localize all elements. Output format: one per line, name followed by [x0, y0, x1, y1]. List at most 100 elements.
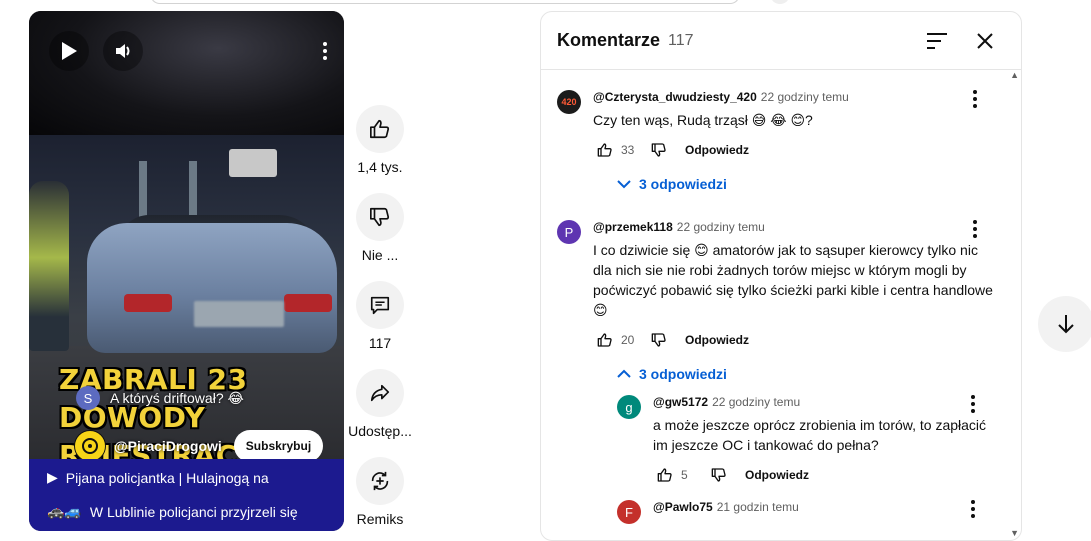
chevron-up-icon: [617, 369, 631, 378]
reply-button[interactable]: Odpowiedz: [685, 143, 749, 157]
comment-dislike-button[interactable]: [647, 328, 671, 352]
volume-button[interactable]: [103, 31, 143, 71]
thumbs-up-icon: [657, 468, 672, 482]
reply-time[interactable]: 22 godziny temu: [712, 395, 800, 409]
car-emoji-icon: 🚓🚙: [47, 503, 82, 519]
comment-dislike-button[interactable]: [647, 138, 671, 162]
comments-button[interactable]: [356, 281, 404, 329]
share-icon: [370, 384, 390, 402]
sort-button[interactable]: [925, 29, 949, 53]
comment-avatar[interactable]: P: [557, 220, 581, 244]
volume-icon: [116, 44, 130, 58]
scroll-down-arrow-icon[interactable]: ▼: [1010, 528, 1019, 538]
more-vert-icon: [323, 42, 327, 60]
thumbs-down-icon: [651, 333, 666, 347]
reply-like-count: 5: [681, 468, 688, 482]
channel-bar: @PiraciDrogowi Subskrybuj: [74, 430, 324, 462]
next-video-button[interactable]: [1038, 296, 1091, 352]
remix-icon: [371, 471, 389, 491]
reply-like-button[interactable]: [653, 463, 677, 487]
playlist-item-title: Pijana policjantka | Hulajnogą na: [65, 469, 269, 486]
reply-time[interactable]: 21 godzin temu: [717, 500, 799, 514]
search-bar-fragment[interactable]: [150, 0, 740, 4]
channel-name[interactable]: @PiraciDrogowi: [114, 438, 222, 454]
comments-count: 117: [368, 335, 392, 351]
video-frame-sky: [29, 11, 344, 136]
scroll-up-arrow-icon[interactable]: ▲: [1010, 70, 1019, 80]
comment-menu-button[interactable]: [965, 90, 985, 111]
comment-author[interactable]: @przemek118: [593, 220, 673, 234]
view-replies-label: 3 odpowiedzi: [639, 176, 727, 192]
poll-overlay[interactable]: S A któryś driftował? 😂: [76, 376, 244, 420]
arrow-down-icon: [1058, 315, 1074, 334]
reply-avatar[interactable]: F: [617, 500, 641, 524]
reply-text: a może jeszcze oprócz zrobienia im torów…: [653, 417, 987, 453]
poll-avatar: S: [76, 386, 100, 410]
thumbs-down-icon: [651, 143, 666, 157]
playlist-item[interactable]: 🚓🚙 W Lublinie policjanci przyjrzeli się: [47, 503, 298, 520]
close-comments-button[interactable]: [973, 29, 997, 53]
comment-avatar[interactable]: 420: [557, 90, 581, 114]
more-vert-icon: [971, 500, 975, 518]
comment-text: Czy ten wąs, Rudą trząsł 😅 😂 😊?: [593, 112, 813, 128]
reply-body: @gw5172 22 godziny temu a może jeszcze o…: [653, 395, 993, 487]
comment-like-button[interactable]: [593, 138, 617, 162]
play-icon: [62, 42, 77, 60]
blurred-license-plate: [194, 301, 284, 327]
like-count: 1,4 tys.: [357, 159, 403, 175]
comment-menu-button[interactable]: [965, 220, 985, 241]
comments-title: Komentarze: [557, 30, 661, 50]
share-action: Udostęp...: [346, 369, 414, 439]
reply-button[interactable]: Odpowiedz: [745, 468, 809, 482]
hide-replies-label: 3 odpowiedzi: [639, 366, 727, 382]
comment-body: @Czterysta_dwudziesty_420 22 godziny tem…: [593, 90, 993, 162]
like-action: 1,4 tys.: [346, 105, 414, 175]
more-vert-icon: [973, 220, 977, 238]
playlist-item-title: W Lublinie policjanci przyjrzeli się: [89, 503, 298, 520]
remix-button[interactable]: [356, 457, 404, 505]
dislike-action: Nie ...: [346, 193, 414, 263]
reply-author[interactable]: @Pawlo75: [653, 500, 713, 514]
reply-menu-button[interactable]: [963, 395, 983, 416]
remix-action: Remiks: [346, 457, 414, 527]
comment-like-button[interactable]: [593, 328, 617, 352]
thumbs-up-icon: [597, 333, 612, 347]
comments-action: 117: [346, 281, 414, 351]
comment-author[interactable]: @Czterysta_dwudziesty_420: [593, 90, 757, 104]
reply-meta: @Pawlo75 21 godzin temu: [653, 500, 993, 514]
reply-dislike-button[interactable]: [707, 463, 731, 487]
subscribe-button[interactable]: Subskrybuj: [233, 430, 324, 462]
reply-avatar[interactable]: g: [617, 395, 641, 419]
dislike-button[interactable]: [356, 193, 404, 241]
reply-button[interactable]: Odpowiedz: [685, 333, 749, 347]
comment-time[interactable]: 22 godziny temu: [761, 90, 849, 104]
view-replies-button[interactable]: 3 odpowiedzi: [617, 176, 727, 192]
share-button[interactable]: [356, 369, 404, 417]
comment-time[interactable]: 22 godziny temu: [677, 220, 765, 234]
car-taillight: [284, 294, 332, 312]
dealership-sign: [229, 149, 277, 177]
thumbs-up-icon: [597, 143, 612, 157]
hide-replies-button[interactable]: 3 odpowiedzi: [617, 366, 727, 382]
voice-search-button-fragment[interactable]: [770, 0, 790, 4]
thumbs-up-icon: [370, 119, 390, 139]
reply-body: @Pawlo75 21 godzin temu: [653, 500, 993, 514]
like-button[interactable]: [356, 105, 404, 153]
car-body: [87, 223, 337, 353]
playlist-item[interactable]: ▶ Pijana policjantka | Hulajnogą na: [47, 469, 269, 486]
reply-meta: @gw5172 22 godziny temu: [653, 395, 993, 409]
reply-menu-button[interactable]: [963, 500, 983, 521]
shorts-video-player[interactable]: ZABRALI 23 DOWODY REJESTRACYJNE S A któr…: [29, 11, 344, 531]
reply-author[interactable]: @gw5172: [653, 395, 708, 409]
more-options-button[interactable]: [305, 31, 344, 71]
comment-actions: 33 Odpowiedz: [593, 138, 993, 162]
thumbs-down-icon: [370, 207, 390, 227]
more-vert-icon: [971, 395, 975, 413]
channel-avatar[interactable]: [74, 430, 106, 462]
play-button[interactable]: [49, 31, 89, 71]
car-taillight: [124, 294, 172, 312]
more-vert-icon: [973, 90, 977, 108]
poll-text: A któryś driftował? 😂: [110, 389, 244, 406]
share-label: Udostęp...: [348, 423, 412, 439]
pirate-logo-icon: [82, 438, 98, 454]
